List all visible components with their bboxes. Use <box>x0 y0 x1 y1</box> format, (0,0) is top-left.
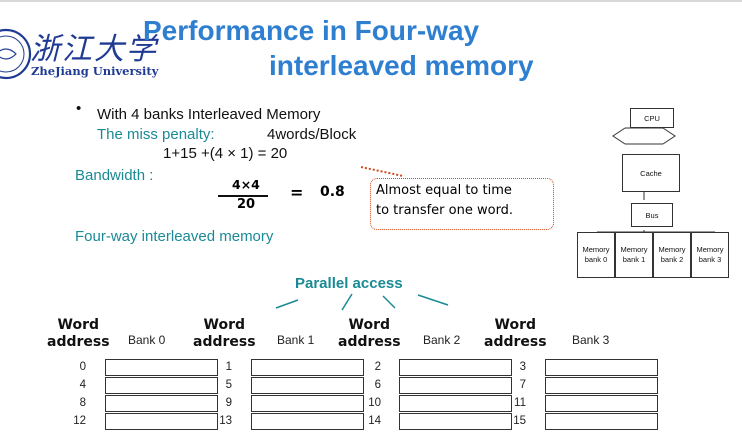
callout-line-1: Almost equal to time <box>376 183 512 198</box>
memory-word-cell <box>251 395 364 412</box>
bank-1-label: Bank 1 <box>277 333 315 347</box>
bank-2-label: Bank 2 <box>423 333 461 347</box>
memory-word-cell <box>399 359 512 376</box>
bank-0-label: Bank 0 <box>128 333 166 347</box>
address-cell: 12 <box>73 415 86 427</box>
bus-box: Bus <box>631 203 673 227</box>
address-cell: 3 <box>519 361 526 373</box>
memory-word-cell <box>545 413 658 430</box>
bank-3-label: Bank 3 <box>572 333 610 347</box>
address-cell: 9 <box>225 397 232 409</box>
callout-line-2: to transfer one word. <box>376 203 514 218</box>
word-label: Word <box>348 317 391 333</box>
address-cell: 1 <box>225 361 232 373</box>
cache-box: Cache <box>622 154 680 192</box>
memory-bank-label: Memory <box>658 245 686 254</box>
memory-bank-number: bank 0 <box>584 255 608 264</box>
parallel-access-lines <box>275 293 449 311</box>
miss-penalty-formula: 1+15 +(4 × 1) = 20 <box>163 145 288 162</box>
word-address-header-1: Word address <box>193 317 256 351</box>
address-label: address <box>338 334 401 350</box>
memory-word-cell <box>251 359 364 376</box>
word-label: Word <box>203 317 246 333</box>
address-label: address <box>47 334 110 350</box>
memory-bank-label: Memory <box>620 245 648 254</box>
address-cell: 0 <box>79 361 86 373</box>
memory-bank-number: bank 1 <box>622 255 646 264</box>
word-address-header-2: Word address <box>338 317 401 351</box>
memory-word-cell <box>105 395 218 412</box>
address-cell: 4 <box>79 379 86 391</box>
banks-description: With 4 banks Interleaved Memory <box>97 106 321 123</box>
logo-english-text: ZheJiang University <box>31 64 159 78</box>
cpu-box: CPU <box>630 108 674 128</box>
memory-word-cell <box>545 359 658 376</box>
address-cell: 8 <box>79 397 86 409</box>
address-cell: 14 <box>368 415 381 427</box>
memory-word-cell <box>105 359 218 376</box>
address-cell: 6 <box>374 379 381 391</box>
miss-penalty-label: The miss penalty: <box>97 126 215 143</box>
slide-title-line-2: interleaved memory <box>269 50 534 81</box>
logo-chinese-text: 浙江大学 <box>30 32 158 67</box>
miss-penalty-value: 4words/Block <box>267 126 357 143</box>
memory-word-cell <box>545 395 658 412</box>
fourway-label: Four-way interleaved memory <box>75 228 274 245</box>
address-label: address <box>193 334 256 350</box>
bandwidth-numerator: 4×4 <box>232 177 260 192</box>
memory-word-cell <box>105 377 218 394</box>
memory-bank-number: bank 2 <box>660 255 684 264</box>
memory-bank-3-box: Memory bank 3 <box>691 232 729 278</box>
word-label: Word <box>494 317 537 333</box>
memory-bank-label: Memory <box>696 245 724 254</box>
memory-word-cell <box>545 377 658 394</box>
address-cell: 13 <box>219 415 232 427</box>
word-label: Word <box>57 317 100 333</box>
address-cell: 7 <box>519 379 526 391</box>
bandwidth-label: Bandwidth : <box>75 167 154 184</box>
memory-word-cell <box>251 413 364 430</box>
memory-bank-number: bank 3 <box>698 255 722 264</box>
word-address-header-0: Word address <box>47 317 110 351</box>
memory-bank-label: Memory <box>582 245 610 254</box>
bandwidth-result: 0.8 <box>320 184 345 200</box>
memory-bank-2-box: Memory bank 2 <box>653 232 691 278</box>
address-cell: 5 <box>225 379 232 391</box>
equals-sign: = <box>290 183 304 202</box>
address-cell: 10 <box>368 397 381 409</box>
memory-word-cell <box>399 395 512 412</box>
address-cell: 11 <box>514 397 526 409</box>
top-rule <box>0 0 742 2</box>
address-cell: 2 <box>374 361 381 373</box>
memory-word-cell <box>399 413 512 430</box>
address-cell: 15 <box>513 415 526 427</box>
slide-title-line-1: Performance in Four-way <box>143 15 480 46</box>
memory-word-cell <box>105 413 218 430</box>
memory-bank-1-box: Memory bank 1 <box>615 232 653 278</box>
address-label: address <box>484 334 547 350</box>
memory-bank-0-box: Memory bank 0 <box>577 232 615 278</box>
word-address-header-3: Word address <box>484 317 547 351</box>
memory-word-cell <box>399 377 512 394</box>
bandwidth-denominator: 20 <box>237 197 256 212</box>
bullet-icon: • <box>76 100 82 117</box>
memory-word-cell <box>251 377 364 394</box>
